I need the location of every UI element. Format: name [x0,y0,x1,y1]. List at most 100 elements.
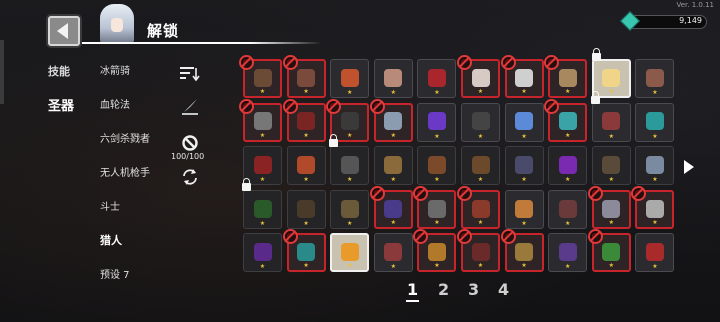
banned-icon [500,55,516,70]
subcategory-item[interactable]: 斗士 [100,198,120,213]
relic-slot[interactable]: ★ [373,59,413,98]
page-4[interactable]: 4 [498,280,509,299]
relic-icon [471,112,490,131]
banned-icon [544,55,560,70]
relic-slot[interactable]: ★ [330,233,370,273]
relic-slot[interactable]: ★ [587,229,631,273]
relic-slot[interactable]: ★ [635,102,675,142]
relic-slot[interactable]: ★ [457,55,500,98]
relic-slot[interactable]: ★ [330,59,370,98]
relic-slot[interactable]: ★ [286,189,326,229]
relic-slot[interactable]: ★ [504,102,544,142]
relic-slot[interactable]: ★ [329,134,370,186]
subcategory-item-active[interactable]: 猎人 [100,232,122,248]
subcategory-item[interactable]: 无人机枪手 [100,164,150,179]
quill-icon[interactable] [180,98,200,116]
rarity-star-icon: ★ [477,88,484,95]
relic-icon [253,68,272,87]
relic-icon [253,199,272,218]
page-2[interactable]: 2 [438,280,449,299]
relic-slot[interactable]: ★ [239,98,282,142]
relic-slot[interactable]: ★ [282,229,326,273]
relic-slot[interactable]: ★ [373,233,413,273]
relic-slot[interactable]: ★ [544,55,588,98]
banned-icon [326,98,342,114]
padlock-icon [329,134,339,148]
relic-slot[interactable]: ★ [413,229,457,273]
subcategory-item[interactable]: 血轮法 [100,96,130,111]
category-skills[interactable]: 技能 [48,63,70,79]
rarity-star-icon: ★ [521,132,527,140]
relic-icon [645,112,664,131]
rarity-star-icon: ★ [346,262,353,270]
relic-slot[interactable]: ★ [504,146,544,186]
relic-slot[interactable]: ★ [369,185,413,229]
banned-icon [587,185,603,201]
currency-bar: 9,149 [620,11,707,31]
rarity-star-icon: ★ [259,131,266,139]
subcategory-item[interactable]: 冰箭骑 [100,62,130,77]
relic-slot[interactable]: ★ [635,146,675,186]
relic-slot[interactable]: ★ [330,189,370,229]
relic-slot[interactable]: ★ [417,146,457,186]
rarity-star-icon: ★ [346,219,353,227]
relic-slot[interactable]: ★ [461,146,500,186]
relic-slot[interactable]: ★ [500,55,544,98]
relic-slot[interactable]: ★ [504,189,544,229]
rarity-star-icon: ★ [390,263,396,271]
relic-slot[interactable]: ★ [239,55,282,98]
ban-icon[interactable] [181,134,199,152]
relic-icon [297,199,316,218]
relic-slot[interactable]: ★ [457,229,500,273]
page-3[interactable]: 3 [468,280,479,299]
rarity-star-icon: ★ [564,176,571,184]
relic-slot[interactable]: ★ [635,59,675,98]
relic-icon [340,112,359,131]
banned-icon [369,185,385,201]
relic-slot[interactable]: ★ [243,233,282,273]
back-button[interactable] [48,16,80,46]
relic-slot[interactable]: ★ [631,185,675,229]
rarity-star-icon: ★ [521,176,527,184]
relic-slot[interactable]: ★ [635,233,675,273]
relic-slot[interactable]: ★ [457,185,500,229]
relic-slot[interactable]: ★ [417,59,457,98]
relic-slot[interactable]: ★ [591,146,631,186]
ban-count: 100/100 [171,152,205,161]
category-relics[interactable]: 圣器 [48,95,74,114]
relic-icon [427,112,446,131]
relic-slot[interactable]: ★ [587,185,631,229]
relic-icon [427,155,446,174]
page-1[interactable]: 1 [407,280,418,299]
relic-slot[interactable]: ★ [500,229,544,273]
relic-icon [602,243,621,262]
relic-slot[interactable]: ★ [242,177,282,229]
relic-slot[interactable]: ★ [548,189,588,229]
relic-slot[interactable]: ★ [417,102,457,142]
banned-icon [239,55,254,70]
relic-slot[interactable]: ★ [369,98,413,142]
relic-icon [602,155,621,174]
relic-icon [297,155,316,174]
relic-icon [297,68,316,87]
relic-slot[interactable]: ★ [282,55,326,98]
relic-slot[interactable]: ★ [413,185,457,229]
refresh-icon[interactable] [180,168,200,186]
relic-slot[interactable]: ★ [286,146,326,186]
relic-slot[interactable]: ★ [544,98,588,142]
page-title: 解锁 [147,22,180,40]
relic-slot[interactable]: ★ [590,90,631,142]
banned-icon [282,55,298,70]
sort-icon[interactable] [180,66,200,82]
relic-slot[interactable]: ★ [548,233,588,273]
relic-icon [602,112,621,131]
relic-slot[interactable]: ★ [282,98,326,142]
relic-icon [340,243,359,262]
relic-slot[interactable]: ★ [461,102,500,142]
subcategory-item[interactable]: 六剑杀戮者 [100,130,150,145]
title-underline [82,42,322,44]
next-page-arrow-icon[interactable] [684,160,694,174]
subcategory-item[interactable]: 预设 7 [100,266,130,281]
relic-slot[interactable]: ★ [548,146,588,186]
relic-slot[interactable]: ★ [373,146,413,186]
